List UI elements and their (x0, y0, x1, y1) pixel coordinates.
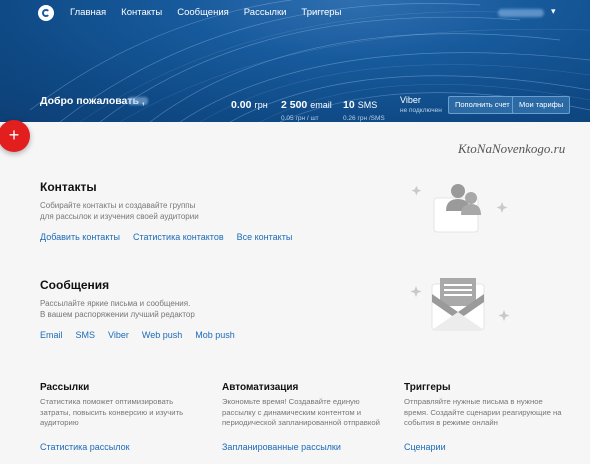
email-unit: email (310, 100, 332, 110)
automation-desc-line: рассылку с динамическим контентом и (222, 407, 362, 417)
email-price: 0.05 грн / шт (281, 115, 319, 122)
welcome-username (128, 97, 148, 105)
viber-status: не подключен (400, 107, 442, 114)
campaigns-description: Статистика поможет оптимизировать затрат… (40, 397, 183, 429)
mob-push-link[interactable]: Mob push (195, 330, 235, 340)
nav-messages[interactable]: Сообщения (177, 7, 229, 18)
contacts-stats-link[interactable]: Статистика контактов (133, 232, 224, 242)
campaigns-title: Рассылки (40, 382, 90, 393)
top-nav: Главная Контакты Сообщения Рассылки Триг… (0, 0, 590, 26)
add-contacts-link[interactable]: Добавить контакты (40, 232, 120, 242)
messages-desc-line: В вашем распоряжении лучший редактор (40, 310, 195, 319)
hero-banner: Главная Контакты Сообщения Рассылки Триг… (0, 0, 590, 122)
create-button[interactable]: + (0, 120, 30, 152)
chevron-down-icon[interactable]: ▾ (551, 6, 556, 17)
contacts-links: Добавить контакты Статистика контактов В… (40, 232, 292, 242)
contacts-illustration-icon (411, 184, 508, 233)
automation-description: Экономьте время! Создавайте единую рассы… (222, 397, 380, 429)
scheduled-campaigns-link[interactable]: Запланированные рассылки (222, 442, 341, 452)
contacts-desc-line: для рассылок и изучения своей аудитории (40, 212, 199, 221)
scenarios-link[interactable]: Сценарии (404, 442, 446, 452)
messages-desc-line: Рассылайте яркие письма и сообщения. (40, 299, 191, 308)
automation-desc-line: Экономьте время! Создавайте единую (222, 397, 360, 406)
triggers-desc-line: Отправляйте нужные письма в нужное (404, 397, 543, 406)
campaigns-desc-line: аудиторию (40, 418, 79, 427)
email-stat: 2 500 email 0.05 грн / шт (281, 95, 332, 122)
contacts-description: Собирайте контакты и создавайте группы д… (40, 200, 199, 222)
my-tariffs-button[interactable]: Мои тарифы (512, 96, 571, 114)
web-push-link[interactable]: Web push (142, 330, 182, 340)
balance-stat: 0.00 грн (231, 95, 268, 113)
automation-desc-line: периодической запланированной отправкой (222, 418, 380, 427)
nav-campaigns[interactable]: Рассылки (244, 7, 287, 18)
nav-contacts[interactable]: Контакты (121, 7, 162, 18)
viber-label: Viber (400, 95, 421, 105)
email-link[interactable]: Email (40, 330, 63, 340)
sms-count: 10 (343, 99, 355, 111)
messages-links: Email SMS Viber Web push Mob push (40, 330, 235, 340)
triggers-desc-line: время. Создайте сценарии реагирующие на (404, 407, 562, 417)
automation-title: Автоматизация (222, 382, 299, 393)
campaigns-desc-line: Статистика поможет оптимизировать (40, 397, 174, 406)
viber-stat: Viber не подключен (400, 95, 442, 114)
triggers-description: Отправляйте нужные письма в нужное время… (404, 397, 562, 429)
messages-title: Сообщения (40, 278, 110, 292)
triggers-desc-line: события в режиме онлайн (404, 418, 498, 427)
site-watermark: KtoNaNovenkogo.ru (458, 141, 566, 156)
triggers-title: Триггеры (404, 382, 451, 393)
contacts-title: Контакты (40, 180, 97, 194)
sms-stat: 10 SMS 0.26 грн /SMS (343, 95, 385, 122)
balance-value: 0.00 (231, 99, 252, 111)
user-account-name[interactable] (498, 9, 544, 17)
sms-unit: SMS (357, 100, 378, 110)
nav-triggers[interactable]: Триггеры (301, 7, 341, 18)
campaigns-desc-line: затраты, повысить конверсию и изучить (40, 407, 184, 417)
balance-unit: грн (254, 100, 268, 110)
all-contacts-link[interactable]: Все контакты (237, 232, 293, 242)
messages-description: Рассылайте яркие письма и сообщения. В в… (40, 298, 195, 320)
sms-link[interactable]: SMS (76, 330, 96, 340)
nav-home[interactable]: Главная (70, 7, 106, 18)
sms-price: 0.26 грн /SMS (343, 115, 385, 122)
topup-button[interactable]: Пополнить счет (448, 96, 517, 114)
contacts-desc-line: Собирайте контакты и создавайте группы (40, 201, 196, 210)
email-count: 2 500 (281, 99, 308, 111)
logo-icon[interactable] (38, 5, 54, 21)
campaign-stats-link[interactable]: Статистика рассылок (40, 442, 130, 452)
envelope-illustration-icon (410, 278, 510, 331)
viber-link[interactable]: Viber (108, 330, 129, 340)
